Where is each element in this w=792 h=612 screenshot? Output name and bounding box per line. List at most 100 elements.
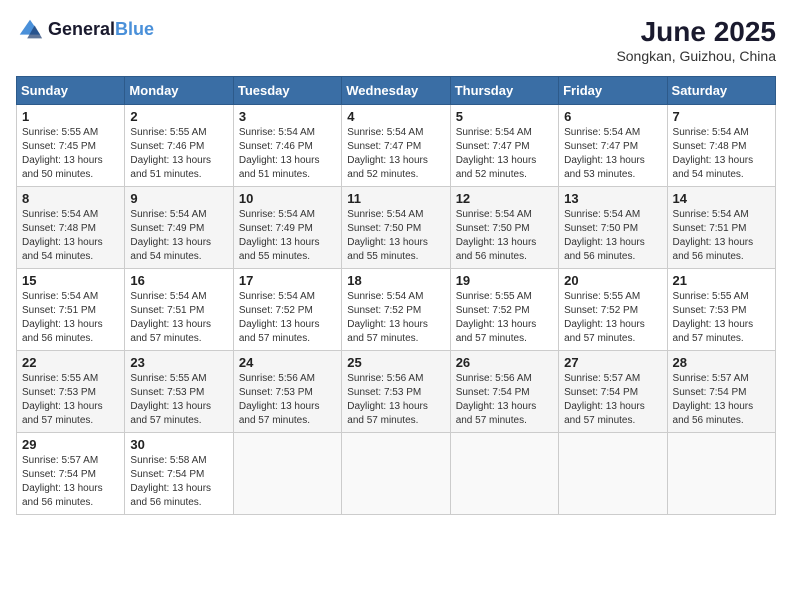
day-info: Sunrise: 5:54 AMSunset: 7:52 PMDaylight:… bbox=[347, 291, 428, 344]
logo: GeneralBlue bbox=[16, 16, 154, 44]
day-number: 11 bbox=[347, 191, 444, 206]
day-cell: 25 Sunrise: 5:56 AMSunset: 7:53 PMDaylig… bbox=[342, 351, 450, 433]
day-cell: 22 Sunrise: 5:55 AMSunset: 7:53 PMDaylig… bbox=[17, 351, 125, 433]
header-monday: Monday bbox=[125, 77, 233, 105]
day-cell: 9 Sunrise: 5:54 AMSunset: 7:49 PMDayligh… bbox=[125, 187, 233, 269]
day-info: Sunrise: 5:56 AMSunset: 7:54 PMDaylight:… bbox=[456, 373, 537, 426]
empty-cell bbox=[233, 433, 341, 515]
day-info: Sunrise: 5:54 AMSunset: 7:50 PMDaylight:… bbox=[456, 209, 537, 262]
day-info: Sunrise: 5:55 AMSunset: 7:52 PMDaylight:… bbox=[564, 291, 645, 344]
empty-cell bbox=[559, 433, 667, 515]
header-thursday: Thursday bbox=[450, 77, 558, 105]
day-number: 29 bbox=[22, 437, 119, 452]
location: Songkan, Guizhou, China bbox=[616, 48, 776, 64]
day-number: 27 bbox=[564, 355, 661, 370]
day-info: Sunrise: 5:55 AMSunset: 7:52 PMDaylight:… bbox=[456, 291, 537, 344]
day-cell: 2 Sunrise: 5:55 AMSunset: 7:46 PMDayligh… bbox=[125, 105, 233, 187]
empty-cell bbox=[342, 433, 450, 515]
day-info: Sunrise: 5:54 AMSunset: 7:51 PMDaylight:… bbox=[130, 291, 211, 344]
day-info: Sunrise: 5:57 AMSunset: 7:54 PMDaylight:… bbox=[673, 373, 754, 426]
day-cell: 4 Sunrise: 5:54 AMSunset: 7:47 PMDayligh… bbox=[342, 105, 450, 187]
day-number: 19 bbox=[456, 273, 553, 288]
day-info: Sunrise: 5:54 AMSunset: 7:50 PMDaylight:… bbox=[347, 209, 428, 262]
day-number: 10 bbox=[239, 191, 336, 206]
day-cell: 14 Sunrise: 5:54 AMSunset: 7:51 PMDaylig… bbox=[667, 187, 775, 269]
day-number: 18 bbox=[347, 273, 444, 288]
day-cell: 28 Sunrise: 5:57 AMSunset: 7:54 PMDaylig… bbox=[667, 351, 775, 433]
calendar-week-row: 1 Sunrise: 5:55 AMSunset: 7:45 PMDayligh… bbox=[17, 105, 776, 187]
day-cell: 5 Sunrise: 5:54 AMSunset: 7:47 PMDayligh… bbox=[450, 105, 558, 187]
day-info: Sunrise: 5:55 AMSunset: 7:45 PMDaylight:… bbox=[22, 127, 103, 180]
calendar-week-row: 22 Sunrise: 5:55 AMSunset: 7:53 PMDaylig… bbox=[17, 351, 776, 433]
day-cell: 21 Sunrise: 5:55 AMSunset: 7:53 PMDaylig… bbox=[667, 269, 775, 351]
header-wednesday: Wednesday bbox=[342, 77, 450, 105]
day-number: 9 bbox=[130, 191, 227, 206]
page-container: GeneralBlue June 2025 Songkan, Guizhou, … bbox=[16, 16, 776, 515]
day-number: 14 bbox=[673, 191, 770, 206]
weekday-header-row: Sunday Monday Tuesday Wednesday Thursday… bbox=[17, 77, 776, 105]
page-header: GeneralBlue June 2025 Songkan, Guizhou, … bbox=[16, 16, 776, 64]
day-cell: 23 Sunrise: 5:55 AMSunset: 7:53 PMDaylig… bbox=[125, 351, 233, 433]
day-cell: 12 Sunrise: 5:54 AMSunset: 7:50 PMDaylig… bbox=[450, 187, 558, 269]
day-info: Sunrise: 5:54 AMSunset: 7:51 PMDaylight:… bbox=[22, 291, 103, 344]
day-cell: 29 Sunrise: 5:57 AMSunset: 7:54 PMDaylig… bbox=[17, 433, 125, 515]
header-tuesday: Tuesday bbox=[233, 77, 341, 105]
day-cell: 20 Sunrise: 5:55 AMSunset: 7:52 PMDaylig… bbox=[559, 269, 667, 351]
day-number: 17 bbox=[239, 273, 336, 288]
day-number: 12 bbox=[456, 191, 553, 206]
day-number: 3 bbox=[239, 109, 336, 124]
day-info: Sunrise: 5:54 AMSunset: 7:52 PMDaylight:… bbox=[239, 291, 320, 344]
day-number: 20 bbox=[564, 273, 661, 288]
day-number: 26 bbox=[456, 355, 553, 370]
day-number: 7 bbox=[673, 109, 770, 124]
day-number: 22 bbox=[22, 355, 119, 370]
calendar-week-row: 8 Sunrise: 5:54 AMSunset: 7:48 PMDayligh… bbox=[17, 187, 776, 269]
day-info: Sunrise: 5:57 AMSunset: 7:54 PMDaylight:… bbox=[564, 373, 645, 426]
day-cell: 1 Sunrise: 5:55 AMSunset: 7:45 PMDayligh… bbox=[17, 105, 125, 187]
day-info: Sunrise: 5:54 AMSunset: 7:51 PMDaylight:… bbox=[673, 209, 754, 262]
empty-cell bbox=[667, 433, 775, 515]
day-info: Sunrise: 5:54 AMSunset: 7:47 PMDaylight:… bbox=[564, 127, 645, 180]
empty-cell bbox=[450, 433, 558, 515]
day-number: 4 bbox=[347, 109, 444, 124]
day-info: Sunrise: 5:54 AMSunset: 7:48 PMDaylight:… bbox=[673, 127, 754, 180]
day-cell: 11 Sunrise: 5:54 AMSunset: 7:50 PMDaylig… bbox=[342, 187, 450, 269]
logo-icon bbox=[16, 16, 44, 44]
day-cell: 15 Sunrise: 5:54 AMSunset: 7:51 PMDaylig… bbox=[17, 269, 125, 351]
day-number: 13 bbox=[564, 191, 661, 206]
day-cell: 6 Sunrise: 5:54 AMSunset: 7:47 PMDayligh… bbox=[559, 105, 667, 187]
day-number: 25 bbox=[347, 355, 444, 370]
day-info: Sunrise: 5:54 AMSunset: 7:48 PMDaylight:… bbox=[22, 209, 103, 262]
day-number: 1 bbox=[22, 109, 119, 124]
day-number: 28 bbox=[673, 355, 770, 370]
day-cell: 13 Sunrise: 5:54 AMSunset: 7:50 PMDaylig… bbox=[559, 187, 667, 269]
day-number: 8 bbox=[22, 191, 119, 206]
day-info: Sunrise: 5:54 AMSunset: 7:46 PMDaylight:… bbox=[239, 127, 320, 180]
day-number: 16 bbox=[130, 273, 227, 288]
day-cell: 7 Sunrise: 5:54 AMSunset: 7:48 PMDayligh… bbox=[667, 105, 775, 187]
day-cell: 27 Sunrise: 5:57 AMSunset: 7:54 PMDaylig… bbox=[559, 351, 667, 433]
day-info: Sunrise: 5:54 AMSunset: 7:47 PMDaylight:… bbox=[347, 127, 428, 180]
day-info: Sunrise: 5:54 AMSunset: 7:47 PMDaylight:… bbox=[456, 127, 537, 180]
day-number: 6 bbox=[564, 109, 661, 124]
day-cell: 30 Sunrise: 5:58 AMSunset: 7:54 PMDaylig… bbox=[125, 433, 233, 515]
day-cell: 18 Sunrise: 5:54 AMSunset: 7:52 PMDaylig… bbox=[342, 269, 450, 351]
day-info: Sunrise: 5:54 AMSunset: 7:49 PMDaylight:… bbox=[130, 209, 211, 262]
day-info: Sunrise: 5:55 AMSunset: 7:53 PMDaylight:… bbox=[22, 373, 103, 426]
day-cell: 19 Sunrise: 5:55 AMSunset: 7:52 PMDaylig… bbox=[450, 269, 558, 351]
day-info: Sunrise: 5:55 AMSunset: 7:46 PMDaylight:… bbox=[130, 127, 211, 180]
day-info: Sunrise: 5:55 AMSunset: 7:53 PMDaylight:… bbox=[130, 373, 211, 426]
day-cell: 24 Sunrise: 5:56 AMSunset: 7:53 PMDaylig… bbox=[233, 351, 341, 433]
calendar-week-row: 29 Sunrise: 5:57 AMSunset: 7:54 PMDaylig… bbox=[17, 433, 776, 515]
day-number: 2 bbox=[130, 109, 227, 124]
day-number: 23 bbox=[130, 355, 227, 370]
day-number: 21 bbox=[673, 273, 770, 288]
day-cell: 8 Sunrise: 5:54 AMSunset: 7:48 PMDayligh… bbox=[17, 187, 125, 269]
day-number: 15 bbox=[22, 273, 119, 288]
header-sunday: Sunday bbox=[17, 77, 125, 105]
day-info: Sunrise: 5:54 AMSunset: 7:50 PMDaylight:… bbox=[564, 209, 645, 262]
logo-general: GeneralBlue bbox=[48, 20, 154, 40]
day-cell: 10 Sunrise: 5:54 AMSunset: 7:49 PMDaylig… bbox=[233, 187, 341, 269]
day-info: Sunrise: 5:56 AMSunset: 7:53 PMDaylight:… bbox=[347, 373, 428, 426]
day-info: Sunrise: 5:58 AMSunset: 7:54 PMDaylight:… bbox=[130, 455, 211, 508]
